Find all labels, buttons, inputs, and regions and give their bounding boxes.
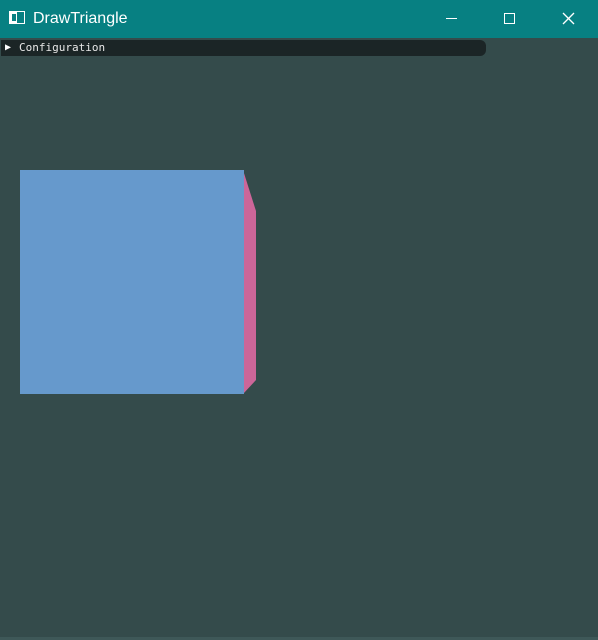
maximize-button[interactable] [487, 0, 533, 38]
minimize-icon [446, 18, 457, 19]
app-window: DrawTriangle ▶ Configuration [0, 0, 598, 640]
minimize-button[interactable] [429, 0, 475, 38]
app-window-icon [9, 11, 25, 24]
cube-side-face [243, 170, 256, 394]
title-bar[interactable]: DrawTriangle [0, 0, 598, 38]
maximize-icon [504, 13, 515, 24]
close-button[interactable] [545, 0, 591, 38]
cube-render [20, 170, 256, 394]
window-title: DrawTriangle [33, 10, 128, 27]
cube-front-face [20, 170, 244, 394]
render-viewport[interactable]: ▶ Configuration [0, 38, 598, 640]
close-icon [562, 12, 575, 25]
